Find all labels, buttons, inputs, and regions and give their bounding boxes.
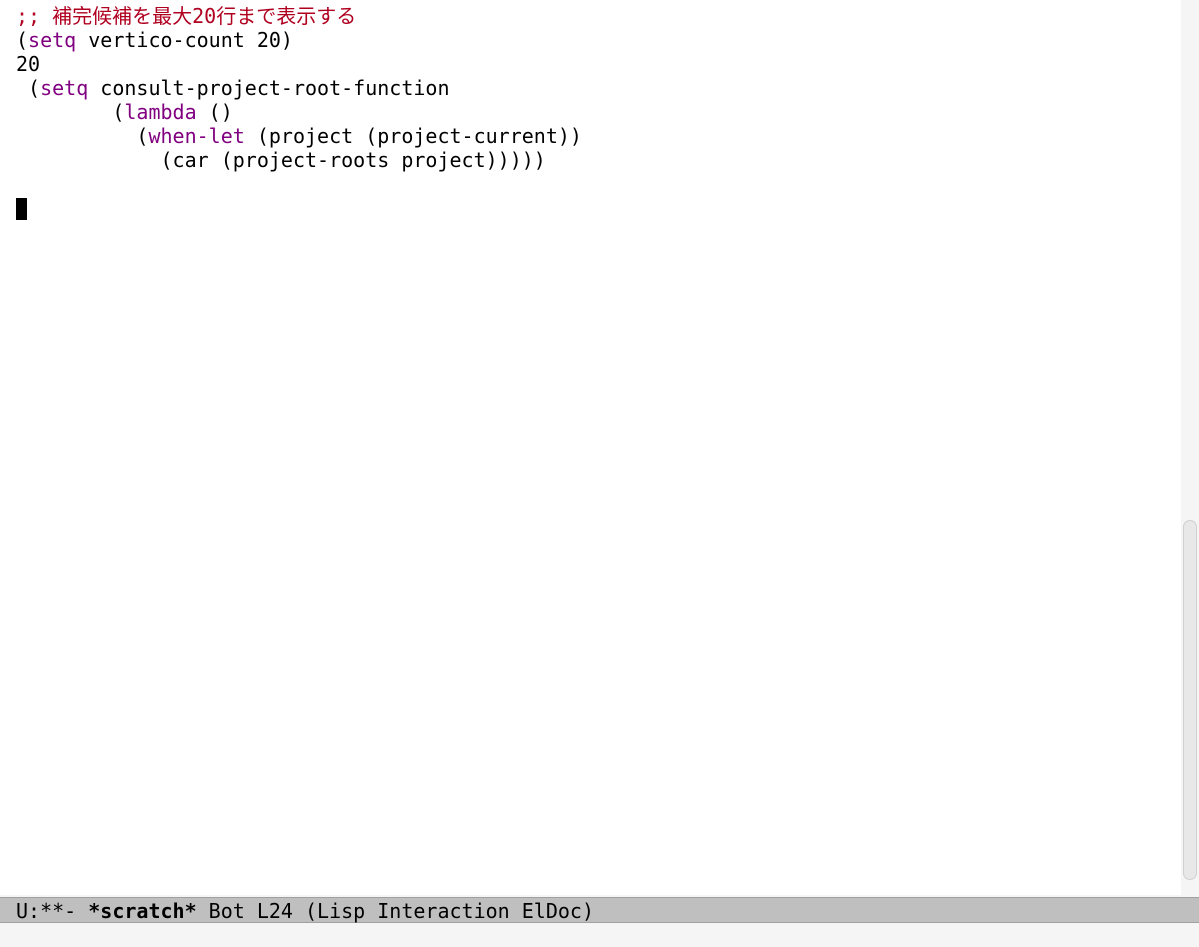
buffer-name: *scratch* [88, 899, 196, 923]
paren: ( [136, 124, 148, 148]
code-text: (project (project-current)) [245, 124, 582, 148]
indent [16, 148, 161, 172]
editor-container: ;; 補完候補を最大20行まで表示する(setq vertico-count 2… [0, 0, 1199, 895]
result-value: 20 [16, 52, 40, 76]
scrollbar-thumb[interactable] [1183, 520, 1197, 880]
indent [16, 124, 136, 148]
vertical-scrollbar[interactable] [1181, 0, 1199, 895]
code-editor[interactable]: ;; 補完候補を最大20行まで表示する(setq vertico-count 2… [0, 0, 1181, 895]
comment-line: ;; 補完候補を最大20行まで表示する [16, 4, 356, 28]
modeline-mode: (Lisp Interaction ElDoc) [305, 899, 594, 923]
code-text: vertico-count 20) [76, 28, 293, 52]
modeline-status: U:**- [16, 899, 88, 923]
keyword-setq: setq [40, 76, 88, 100]
paren: ( [16, 28, 28, 52]
mode-line[interactable]: U:**- *scratch* Bot L24 (Lisp Interactio… [0, 897, 1199, 923]
paren: ( [28, 76, 40, 100]
code-text: (car (project-roots project))))) [161, 148, 546, 172]
keyword-when-let: when-let [148, 124, 244, 148]
code-text: consult-project-root-function [88, 76, 449, 100]
indent [16, 100, 112, 124]
indent [16, 76, 28, 100]
paren: ( [112, 100, 124, 124]
modeline-position: Bot L24 [197, 899, 305, 923]
keyword-setq: setq [28, 28, 76, 52]
cursor [16, 198, 27, 220]
code-text: () [197, 100, 233, 124]
minibuffer[interactable] [0, 923, 1199, 947]
keyword-lambda: lambda [124, 100, 196, 124]
